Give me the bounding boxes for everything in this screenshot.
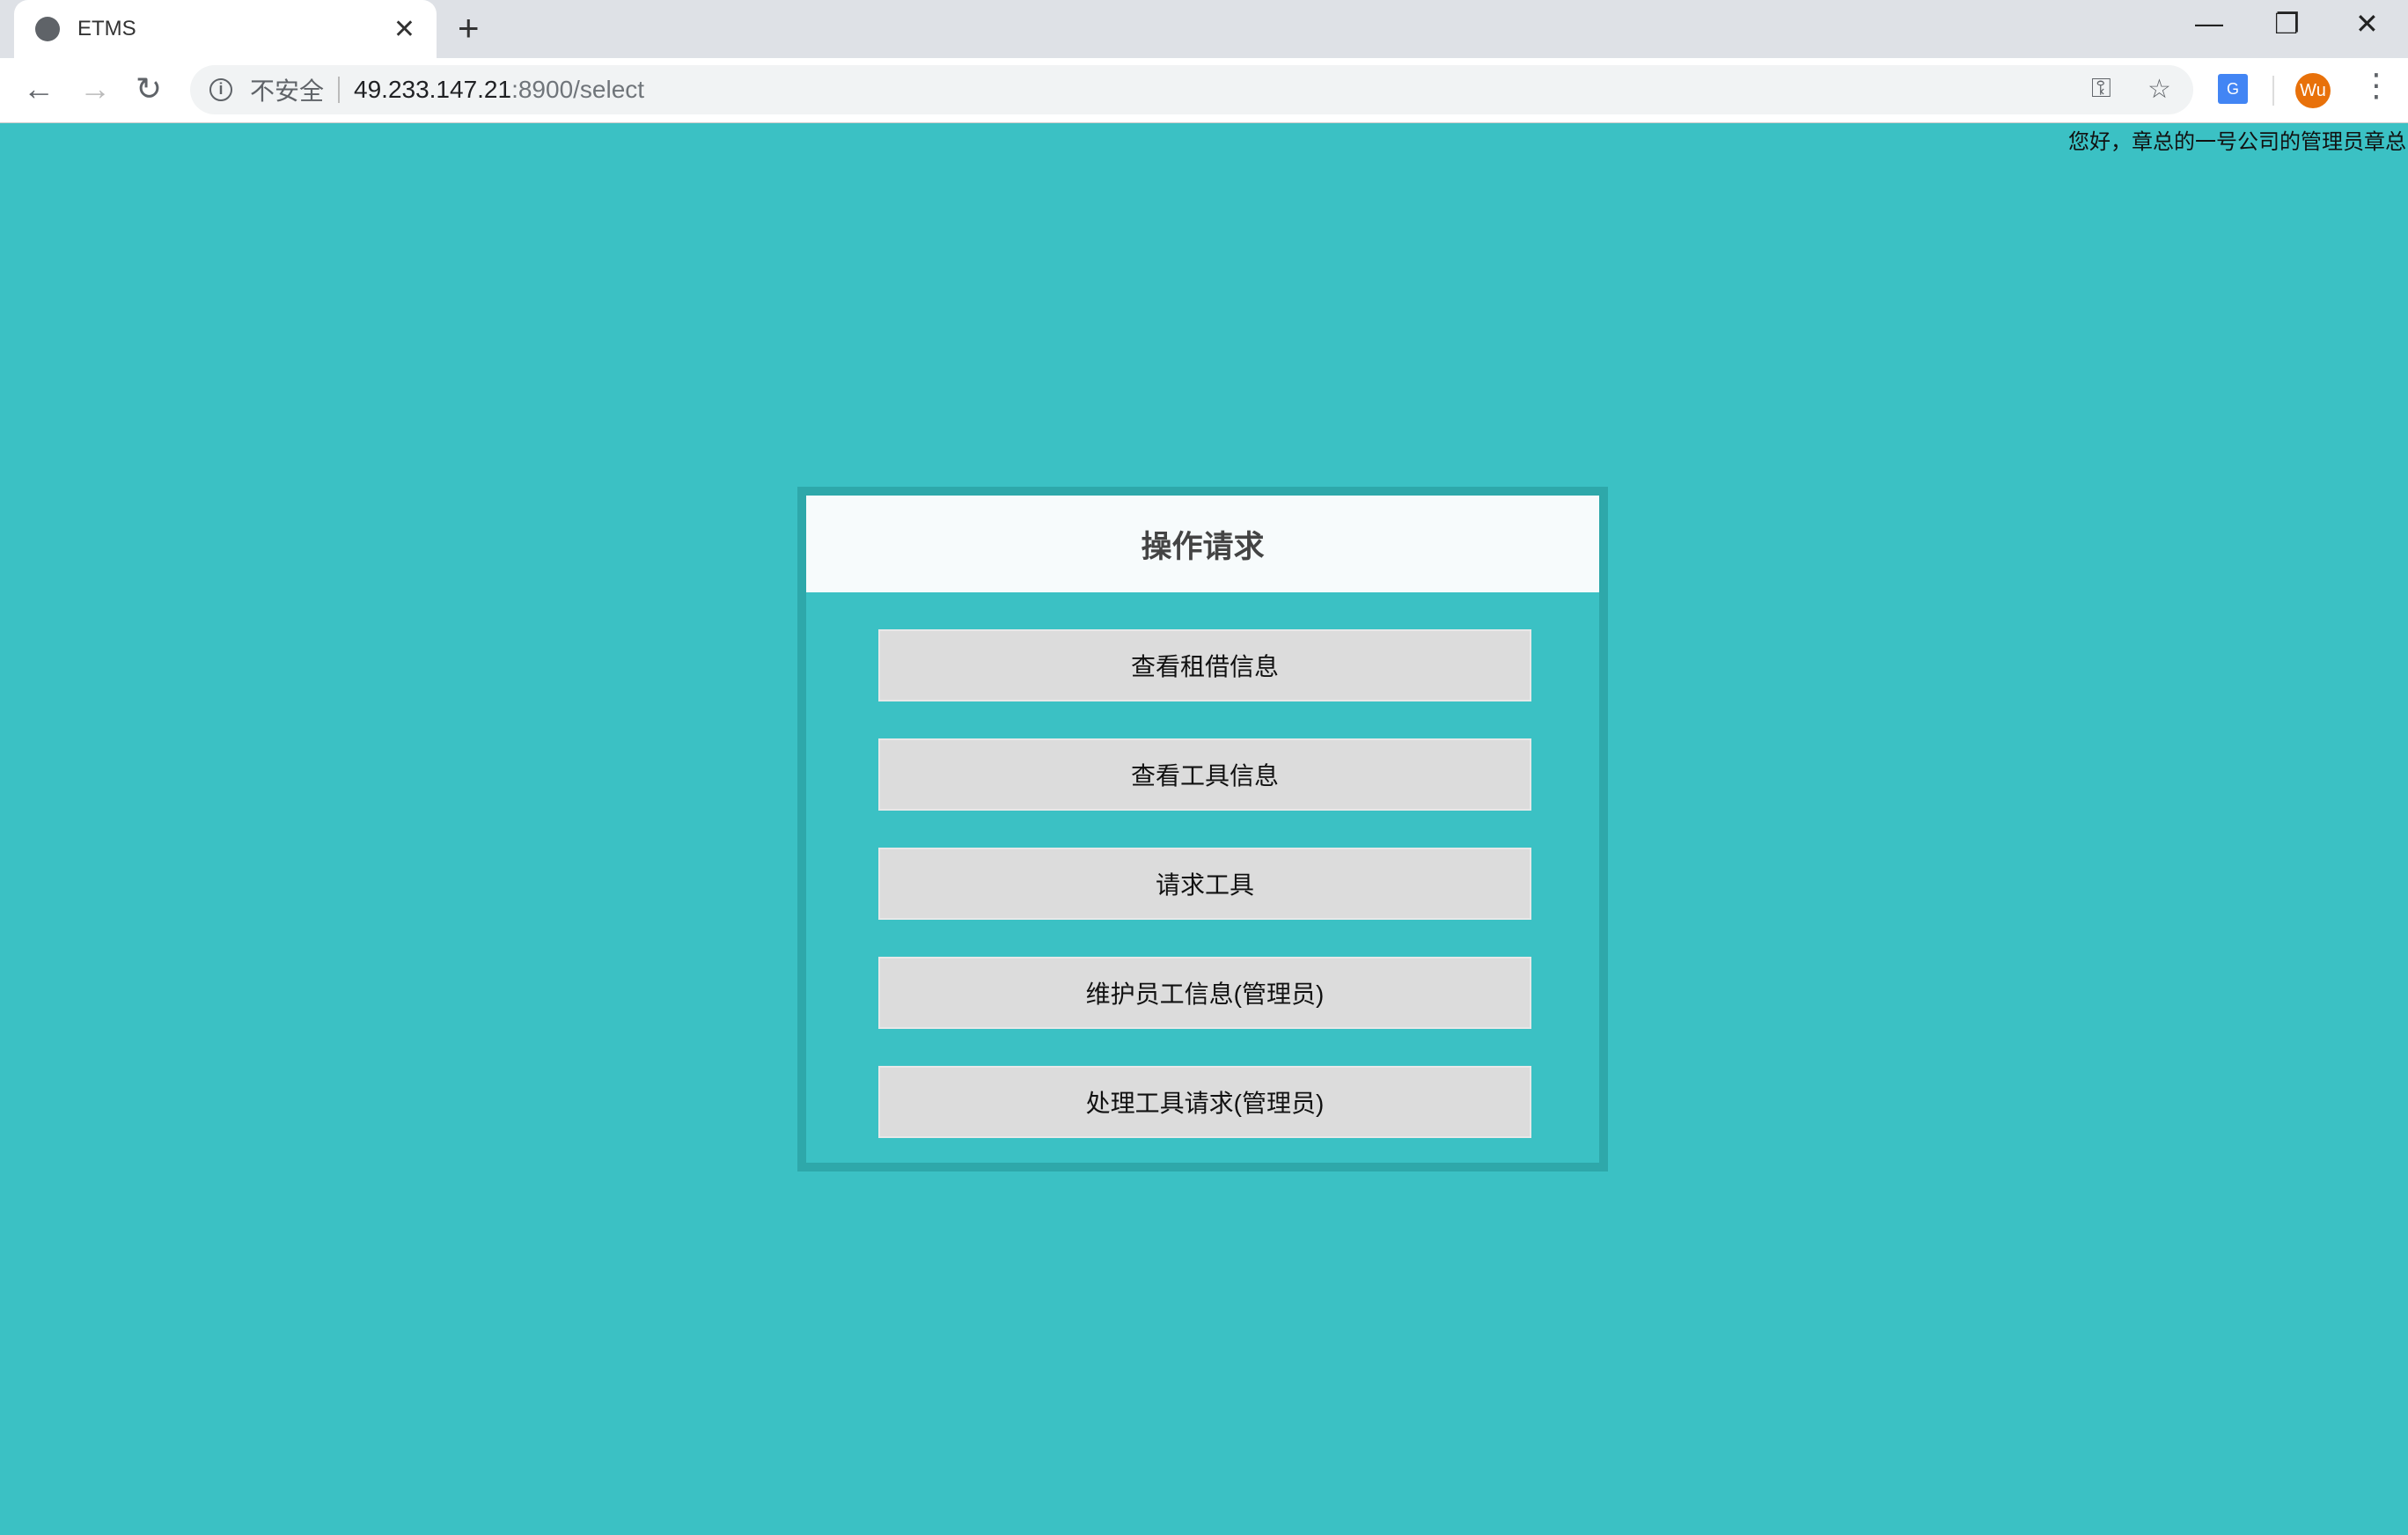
restore-icon[interactable]: ❐ bbox=[2274, 7, 2300, 40]
user-greeting: 您好，章总的一号公司的管理员章总 bbox=[2068, 130, 2406, 154]
profile-avatar[interactable]: Wu bbox=[2295, 73, 2331, 108]
view-tool-info-button[interactable]: 查看工具信息 bbox=[878, 738, 1531, 811]
request-tool-button[interactable]: 请求工具 bbox=[878, 848, 1531, 920]
maintain-employee-info-button[interactable]: 维护员工信息(管理员) bbox=[878, 957, 1531, 1029]
forward-icon[interactable]: → bbox=[79, 70, 111, 107]
star-icon[interactable]: ☆ bbox=[2147, 74, 2171, 105]
close-window-icon[interactable]: ✕ bbox=[2355, 7, 2379, 40]
close-tab-icon[interactable]: ✕ bbox=[393, 14, 415, 45]
translate-icon[interactable]: G bbox=[2218, 74, 2248, 104]
divider bbox=[2272, 76, 2274, 106]
divider bbox=[338, 77, 341, 103]
address-bar[interactable]: i 不安全 49.233.147.21 :8900/select ⚿ ☆ bbox=[190, 65, 2193, 114]
url-host: 49.233.147.21 bbox=[354, 76, 512, 103]
panel-title: 操作请求 bbox=[806, 496, 1599, 592]
key-icon[interactable]: ⚿ bbox=[2091, 74, 2111, 104]
operation-panel: 操作请求 查看租借信息 查看工具信息 请求工具 维护员工信息(管理员) 处理工具… bbox=[797, 487, 1608, 1171]
view-rental-info-button[interactable]: 查看租借信息 bbox=[878, 629, 1531, 701]
tab-strip: ETMS ✕ + — ❐ ✕ bbox=[0, 0, 2408, 58]
new-tab-button[interactable]: + bbox=[458, 7, 480, 49]
browser-tab[interactable]: ETMS ✕ bbox=[14, 0, 437, 58]
info-icon[interactable]: i bbox=[209, 78, 232, 101]
reload-icon[interactable]: ↻ bbox=[136, 70, 162, 107]
process-tool-requests-button[interactable]: 处理工具请求(管理员) bbox=[878, 1066, 1531, 1138]
globe-icon bbox=[35, 17, 60, 41]
security-label: 不安全 bbox=[250, 77, 325, 105]
url-path: :8900/select bbox=[511, 76, 645, 103]
menu-icon[interactable]: ⋮ bbox=[2360, 67, 2392, 104]
minimize-icon[interactable]: — bbox=[2195, 7, 2223, 40]
tab-title: ETMS bbox=[77, 17, 136, 40]
back-icon[interactable]: ← bbox=[23, 70, 55, 107]
browser-toolbar: ← → ↻ i 不安全 49.233.147.21 :8900/select ⚿… bbox=[0, 58, 2408, 123]
